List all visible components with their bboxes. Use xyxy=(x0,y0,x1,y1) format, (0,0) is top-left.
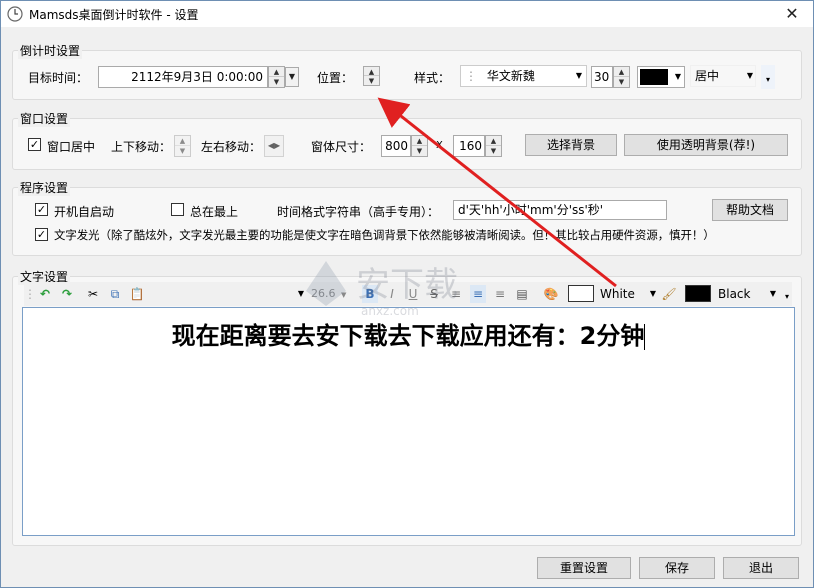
annotation-arrow xyxy=(377,97,617,288)
settings-window: Mamsds桌面倒计时软件 - 设置 ✕ 倒计时设置 目标时间： 2112年9月… xyxy=(0,0,814,588)
